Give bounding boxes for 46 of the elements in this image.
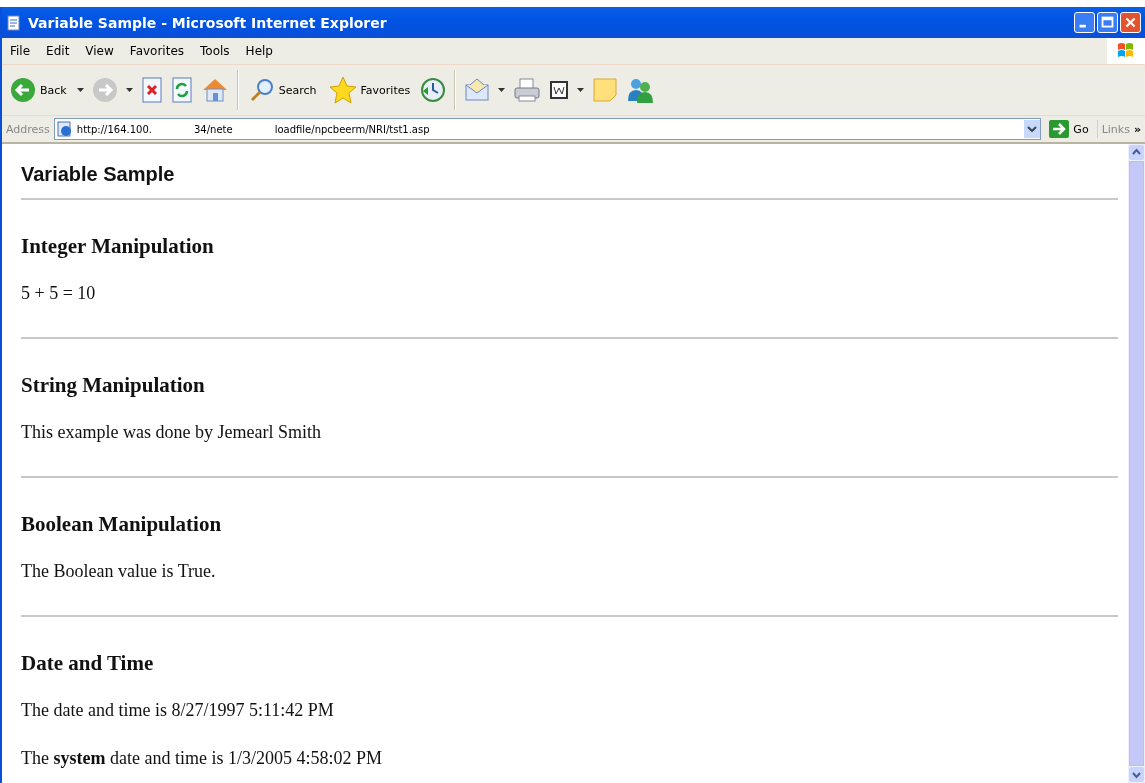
dropdown-caret-icon[interactable] — [577, 88, 585, 92]
star-icon — [328, 76, 357, 104]
dropdown-caret-icon[interactable] — [125, 88, 133, 92]
stop-icon[interactable] — [140, 77, 163, 103]
page-title: Variable Sample — [21, 162, 176, 186]
window-title: Variable Sample - Microsoft Internet Explorer — [28, 14, 388, 31]
envelope-icon[interactable] — [464, 77, 491, 103]
people-icon[interactable] — [626, 77, 655, 103]
favorites-button[interactable]: Favorites — [326, 74, 413, 106]
refresh-icon[interactable] — [170, 77, 193, 103]
search-button[interactable]: Search — [246, 75, 319, 105]
paragraph: This example was done by Jemearl Smith — [21, 421, 322, 443]
paragraph: The date and time is 8/27/1997 5:11:42 PM — [21, 699, 335, 721]
arrow-icon — [1049, 120, 1070, 138]
address-field[interactable]: http://164.100. 34/nete loadfile/npcbeerm/NRI/tst1.asp — [53, 118, 1042, 140]
paragraph: The system date and time is 1/3/2005 4:58:02 PM — [21, 747, 383, 769]
menu-item[interactable]: Favorites — [121, 44, 193, 58]
paragraph: The Boolean value is True. — [21, 560, 217, 582]
section-heading: Date and Time — [21, 650, 155, 676]
menu-item[interactable]: Help — [237, 44, 281, 58]
menu-item[interactable]: File — [2, 44, 39, 58]
back-button[interactable]: Back — [8, 75, 69, 105]
go-button[interactable]: Go — [1045, 120, 1098, 138]
address-label: Address — [6, 122, 50, 136]
scrollbar-thumb[interactable] — [1129, 161, 1144, 766]
scroll-up-icon[interactable] — [1129, 145, 1144, 160]
section-heading: Boolean Manipulation — [21, 511, 223, 537]
document-edit-icon[interactable] — [549, 80, 570, 100]
search-icon — [248, 77, 275, 103]
section-heading: Integer Manipulation — [21, 233, 215, 259]
dropdown-caret-icon[interactable] — [498, 88, 506, 92]
menu-item[interactable]: Edit — [38, 44, 78, 58]
page-icon — [56, 121, 73, 137]
minimize-button[interactable] — [1074, 12, 1095, 33]
history-icon[interactable] — [420, 77, 447, 103]
dropdown-caret-icon[interactable] — [76, 88, 84, 92]
more-button[interactable]: » — [1133, 122, 1141, 136]
scroll-down-icon[interactable] — [1129, 767, 1144, 782]
printer-icon[interactable] — [513, 77, 542, 103]
section-heading: String Manipulation — [21, 372, 206, 398]
menu-item[interactable]: View — [77, 44, 122, 58]
close-button[interactable] — [1120, 12, 1141, 33]
maximize-button[interactable] — [1097, 12, 1118, 33]
paragraph: 5 + 5 = 10 — [21, 282, 97, 304]
page-icon — [6, 14, 22, 31]
menu-item[interactable]: Tools — [192, 44, 238, 58]
